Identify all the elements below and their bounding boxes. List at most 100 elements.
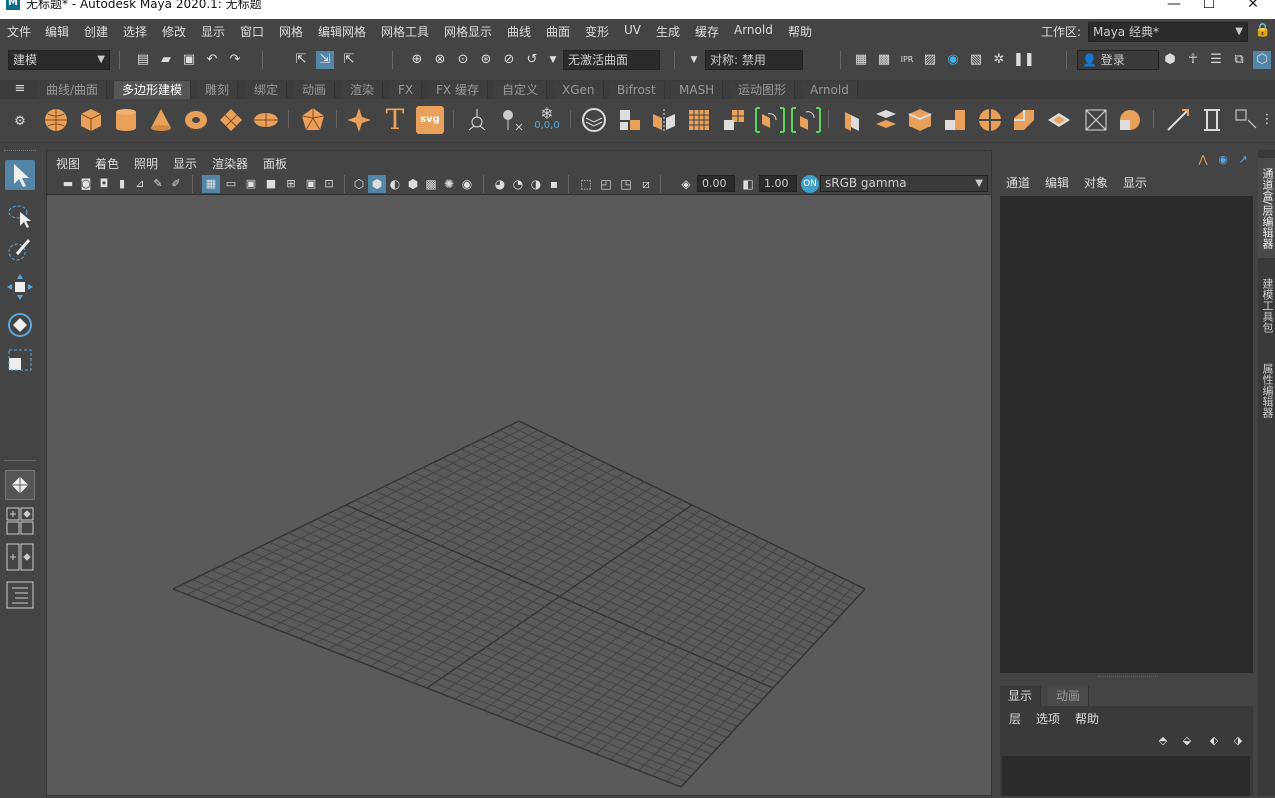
render-frame-icon[interactable]: ▩ [875, 51, 893, 69]
layer-tab-animation[interactable]: 动画 [1048, 686, 1090, 706]
shadows-icon[interactable]: ◉ [458, 175, 476, 193]
poly-cube-icon[interactable] [77, 106, 105, 134]
extrude-icon[interactable] [837, 106, 865, 134]
move-tool-icon[interactable] [5, 272, 35, 302]
gate-mask-icon[interactable]: ■ [262, 175, 280, 193]
four-view-icon[interactable] [5, 506, 35, 536]
image-plane-icon[interactable]: ▮ [113, 175, 131, 193]
menu-surfaces[interactable]: 曲面 [546, 23, 570, 40]
viewport-canvas[interactable] [47, 195, 991, 795]
snap-curve-icon[interactable]: ⊗ [431, 51, 449, 69]
pencil-icon[interactable]: ✐ [167, 175, 185, 193]
camera-attributes-icon[interactable]: ◙ [77, 175, 95, 193]
xray-active-icon[interactable]: ◳ [617, 175, 635, 193]
viewport-menu-panels[interactable]: 面板 [263, 155, 287, 172]
snap-point-icon[interactable]: ⊙ [454, 51, 472, 69]
edge-flow-icon[interactable] [1164, 106, 1192, 134]
multi-cut-icon[interactable] [976, 106, 1004, 134]
wireframe-icon[interactable]: ⬡ [350, 175, 368, 193]
arnold-ipr-icon[interactable]: ✲ [990, 51, 1008, 69]
side-tab-modeling-toolkit[interactable]: 建模工具包 [1258, 268, 1275, 343]
menu-deform[interactable]: 变形 [585, 23, 609, 40]
hypershade-icon[interactable]: ◉ [944, 51, 962, 69]
snap-view-icon[interactable]: ⊛ [477, 51, 495, 69]
menu-curves[interactable]: 曲线 [507, 23, 531, 40]
soft-select-icon[interactable] [1116, 106, 1144, 134]
move-layer-down-icon[interactable]: ⬙ [1178, 732, 1196, 750]
exposure-field[interactable]: 0.00 [697, 175, 735, 192]
select-hierarchy-icon[interactable]: ⇱ [292, 51, 310, 69]
safe-title-icon[interactable]: ⊡ [320, 175, 338, 193]
shelf-tab-xgen[interactable]: XGen [554, 81, 604, 99]
poly-cone-icon[interactable] [147, 106, 175, 134]
viewport-menu-lighting[interactable]: 照明 [134, 155, 158, 172]
outliner-icon[interactable] [5, 580, 35, 610]
colorspace-dropdown[interactable]: sRGB gamma ▼ [820, 175, 988, 192]
select-tool-icon[interactable] [5, 160, 35, 190]
menu-mesh-display[interactable]: 网格显示 [444, 23, 492, 40]
shelf-tab-animation[interactable]: 动画 [294, 81, 336, 99]
workspace-dropdown[interactable]: Maya 经典* ▼ [1088, 22, 1248, 42]
symmetry-field[interactable]: 对称: 禁用 [705, 50, 803, 70]
menu-edit[interactable]: 编辑 [45, 23, 69, 40]
connect-icon[interactable] [1045, 106, 1073, 134]
slide-edge-icon[interactable] [1198, 106, 1226, 134]
chevron-down-icon[interactable]: ▼ [685, 51, 703, 69]
live-surface-field[interactable]: 无激活曲面 [563, 50, 660, 70]
character-controls-icon[interactable]: ☥ [1184, 51, 1202, 69]
render-view-icon[interactable]: ▦ [852, 51, 870, 69]
shelf-tab-fx-caching[interactable]: FX 缓存 [428, 81, 488, 99]
undo-icon[interactable]: ↶ [203, 51, 221, 69]
2d-pan-zoom-icon[interactable]: ⊿ [131, 175, 149, 193]
lasso-tool-icon[interactable] [5, 200, 35, 230]
menu-windows[interactable]: 窗口 [240, 23, 264, 40]
modeling-toolkit-icon[interactable]: ⬢ [1161, 51, 1179, 69]
screen-space-ao-icon[interactable]: ◕ [491, 175, 509, 193]
quad-draw-icon[interactable] [1082, 106, 1110, 134]
channel-box-content[interactable] [1000, 196, 1253, 673]
smooth-icon[interactable] [685, 106, 713, 134]
channel-box-toggle-icon[interactable]: ⋀ [1194, 151, 1212, 169]
render-settings-icon[interactable]: ▨ [921, 51, 939, 69]
side-tab-attribute-editor[interactable]: 属性编辑器 [1258, 353, 1275, 428]
retopologize-icon[interactable] [790, 106, 822, 134]
shelf-tab-mash[interactable]: MASH [671, 81, 724, 99]
snap-live-icon[interactable]: ↺ [523, 51, 541, 69]
channel-box-menu-object[interactable]: 对象 [1084, 174, 1108, 191]
shelf-menu-icon[interactable]: ≡ [11, 80, 29, 98]
layer-menu-options[interactable]: 选项 [1036, 710, 1060, 727]
shelf-tab-rendering[interactable]: 渲染 [342, 81, 384, 99]
wireframe-on-shaded-icon[interactable]: ⬢ [404, 175, 422, 193]
xray-joints-icon[interactable]: ⧄ [637, 175, 655, 193]
select-object-icon[interactable]: ⇲ [316, 51, 334, 69]
camera-select-icon[interactable]: ▬ [59, 175, 77, 193]
shelf-tab-bifrost[interactable]: Bifrost [609, 81, 665, 99]
shelf-tab-polygon-modeling[interactable]: 多边形建模 [114, 81, 192, 99]
poly-sphere-icon[interactable] [42, 106, 70, 134]
target-weld-tool-icon[interactable] [1232, 106, 1260, 134]
shelf-tab-rigging[interactable]: 绑定 [246, 81, 288, 99]
menu-display[interactable]: 显示 [201, 23, 225, 40]
login-button[interactable]: 👤 登录 [1077, 50, 1159, 70]
menu-cache[interactable]: 缓存 [695, 23, 719, 40]
bevel-icon[interactable] [906, 106, 934, 134]
safe-action-icon[interactable]: ▣ [302, 175, 320, 193]
viewport-menu-show[interactable]: 显示 [173, 155, 197, 172]
menu-create[interactable]: 创建 [84, 23, 108, 40]
mode-dropdown[interactable]: 建模 ▼ [8, 50, 110, 70]
snap-surface-icon[interactable]: ⊘ [500, 51, 518, 69]
layer-list[interactable] [1002, 756, 1250, 796]
gamma-icon[interactable]: ◧ [739, 175, 757, 193]
shelf-settings-icon[interactable]: ⚙ [11, 113, 29, 131]
measure-tool-icon[interactable] [498, 106, 526, 134]
move-layer-up-icon[interactable]: ⬘ [1154, 732, 1172, 750]
minimize-button[interactable]: — [1163, 0, 1185, 14]
reduce-icon[interactable] [720, 106, 748, 134]
viewport-menu-shading[interactable]: 着色 [95, 155, 119, 172]
poly-cylinder-icon[interactable] [112, 106, 140, 134]
xray-icon[interactable]: ◰ [597, 175, 615, 193]
poly-torus-icon[interactable] [182, 106, 210, 134]
menu-file[interactable]: 文件 [7, 23, 31, 40]
menu-generate[interactable]: 生成 [656, 23, 680, 40]
shelf-tab-arnold[interactable]: Arnold [802, 81, 858, 99]
